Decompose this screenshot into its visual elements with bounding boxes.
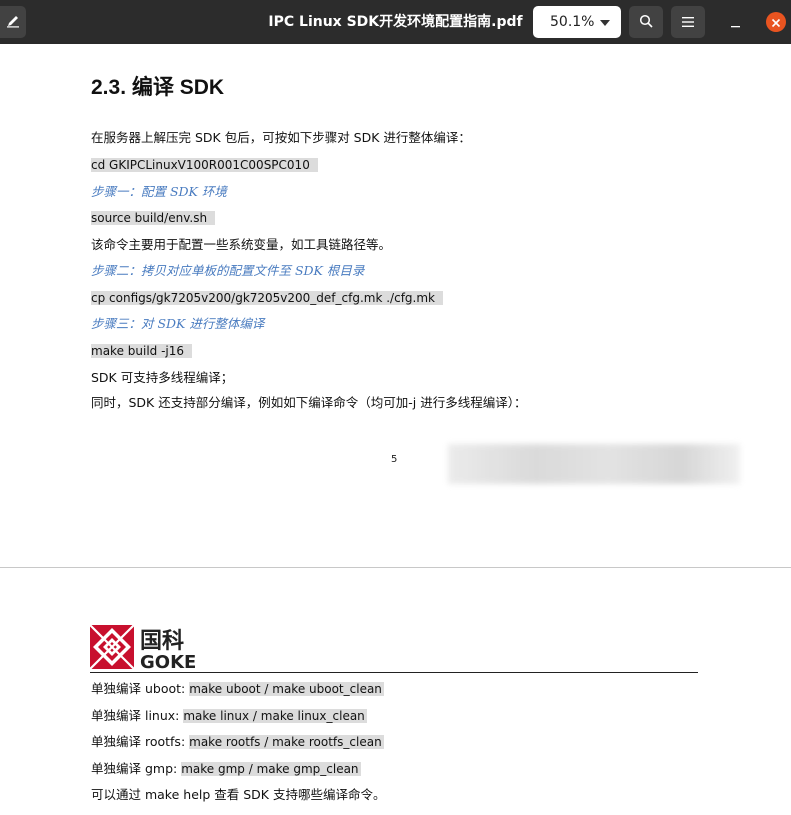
- code-text: make linux / make linux_clean: [183, 709, 367, 723]
- minimize-button[interactable]: [724, 12, 748, 32]
- code-text: make gmp / make gmp_clean: [181, 762, 361, 776]
- step-heading: 步骤二：拷贝对应单板的配置文件至 SDK 根目录: [91, 263, 365, 278]
- code-line: source build/env.sh: [91, 210, 216, 225]
- menu-button[interactable]: [671, 6, 705, 38]
- code-line: make build -j16: [91, 343, 193, 358]
- edit-icon: [6, 13, 20, 32]
- annotate-button[interactable]: [0, 6, 26, 38]
- description-text: 该命令主要用于配置一些系统变量，如工具链路径等。: [91, 237, 392, 252]
- step-heading: 步骤三：对 SDK 进行整体编译: [91, 316, 265, 331]
- close-button[interactable]: [766, 12, 786, 32]
- logo-chinese-text: 国科: [140, 629, 184, 654]
- logo-mark-icon: [89, 624, 135, 670]
- build-item: 单独编译 uboot: make uboot / make uboot_clea…: [91, 678, 384, 697]
- pdf-page-5: 2.3. 编译 SDK 在服务器上解压完 SDK 包后，可按如下步骤对 SDK …: [0, 44, 791, 552]
- code-text: make uboot / make uboot_clean: [189, 682, 384, 696]
- header-bar: IPC Linux SDK开发环境配置指南.pdf 50.1%: [0, 0, 791, 44]
- code-line: cp configs/gk7205v200/gk7205v200_def_cfg…: [91, 290, 443, 305]
- description-text: SDK 可支持多线程编译；: [91, 370, 234, 385]
- footer-text: 可以通过 make help 查看 SDK 支持哪些编译命令。: [91, 787, 386, 802]
- code-text: make build -j16: [91, 344, 193, 358]
- code-text: make rootfs / make rootfs_clean: [189, 735, 384, 749]
- close-icon: [771, 13, 781, 32]
- build-item: 单独编译 rootfs: make rootfs / make rootfs_c…: [91, 731, 384, 750]
- code-text: cp configs/gk7205v200/gk7205v200_def_cfg…: [91, 291, 443, 305]
- pdf-page-6: 国科 GOKE 单独编译 uboot: make uboot / make ub…: [0, 568, 791, 815]
- code-text: source build/env.sh: [91, 211, 216, 225]
- description-text: 同时，SDK 还支持部分编译，例如如下编译命令（均可加-j 进行多线程编译）：: [91, 395, 527, 410]
- page-number: 5: [391, 454, 398, 465]
- build-item-label: 单独编译 uboot:: [91, 681, 190, 696]
- build-item-label: 单独编译 rootfs:: [91, 734, 190, 749]
- header-rule: [90, 672, 698, 673]
- chevron-down-icon: [600, 20, 610, 26]
- blurred-footer: [448, 444, 740, 484]
- zoom-value: 50.1%: [550, 14, 595, 30]
- search-button[interactable]: [629, 6, 663, 38]
- search-icon: [639, 13, 653, 32]
- build-item-label: 单独编译 linux:: [91, 708, 184, 723]
- code-text: cd GKIPCLinuxV100R001C00SPC010: [91, 158, 318, 172]
- hamburger-menu-icon: [682, 13, 694, 32]
- page-separator: [0, 552, 791, 568]
- build-item: 单独编译 linux: make linux / make linux_clea…: [91, 705, 367, 724]
- intro-text: 在服务器上解压完 SDK 包后，可按如下步骤对 SDK 进行整体编译：: [91, 130, 471, 145]
- goke-logo: 国科 GOKE: [89, 624, 216, 673]
- build-item-label: 单独编译 gmp:: [91, 761, 182, 776]
- step-heading: 步骤一：配置 SDK 环境: [91, 184, 227, 199]
- code-line: cd GKIPCLinuxV100R001C00SPC010: [91, 157, 318, 172]
- zoom-select[interactable]: 50.1%: [533, 6, 621, 38]
- build-item: 单独编译 gmp: make gmp / make gmp_clean: [91, 758, 361, 777]
- logo-english-text: GOKE: [140, 652, 196, 669]
- section-heading: 2.3. 编译 SDK: [91, 76, 225, 99]
- minimize-icon: [731, 13, 741, 32]
